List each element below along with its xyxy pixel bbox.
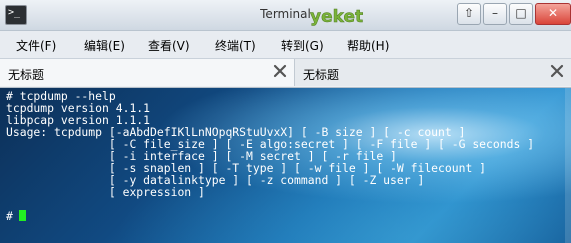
menu-bar: 文件(F) 编辑(E) 查看(V) 终端(T) 转到(G) 帮助(H) <box>0 31 571 59</box>
terminal-scrollbar[interactable] <box>565 88 571 243</box>
title-bar: Terminal yeket ⇧ – □ ✕ <box>0 0 571 31</box>
menu-terminal[interactable]: 终端(T) <box>215 37 256 54</box>
tab-label: 无标题 <box>8 68 45 82</box>
close-window-button[interactable]: ✕ <box>535 3 571 25</box>
terminal-line: [ expression ] <box>6 185 205 199</box>
terminal-cursor <box>18 210 26 221</box>
terminal-prompt-line: # <box>6 210 26 222</box>
close-icon[interactable] <box>272 63 288 79</box>
menu-help[interactable]: 帮助(H) <box>347 37 389 54</box>
terminal-prompt: # <box>6 209 13 223</box>
menu-edit[interactable]: 编辑(E) <box>84 37 125 54</box>
maximize-button[interactable]: □ <box>509 3 533 25</box>
svg-text:yeket: yeket <box>310 7 363 27</box>
terminal-output[interactable]: # tcpdump --help tcpdump version 4.1.1 l… <box>0 88 571 243</box>
keep-above-button[interactable]: ⇧ <box>457 3 481 25</box>
menu-view[interactable]: 查看(V) <box>148 37 190 54</box>
close-icon[interactable] <box>549 63 565 79</box>
tab-label: 无标题 <box>303 68 340 82</box>
tab-untitled-2[interactable]: 无标题 <box>295 59 571 86</box>
yeket-logo: yeket <box>310 7 364 27</box>
minimize-button[interactable]: – <box>483 3 507 25</box>
menu-goto[interactable]: 转到(G) <box>281 37 324 54</box>
tab-untitled-1[interactable]: 无标题 <box>0 59 295 86</box>
menu-file[interactable]: 文件(F) <box>16 37 56 54</box>
tab-bar: 无标题 无标题 <box>0 59 571 88</box>
